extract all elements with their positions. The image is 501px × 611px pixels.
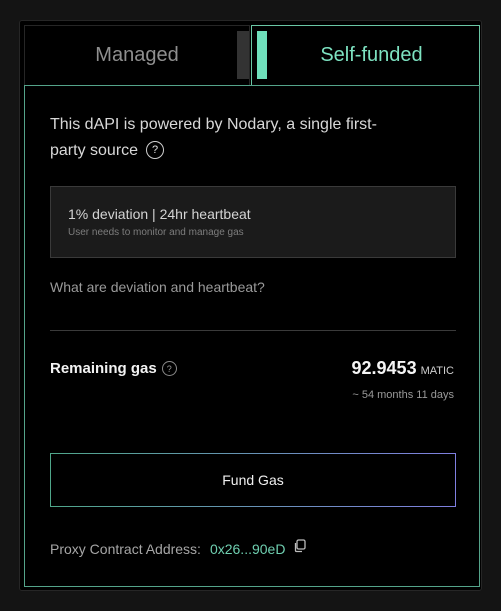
tab-self-funded-label: Self-funded	[320, 44, 423, 66]
gas-unit: MATIC	[420, 365, 454, 377]
tab-bar: Managed Self-funded	[24, 25, 480, 85]
divider	[50, 330, 456, 331]
deviation-heartbeat-subtitle: User needs to monitor and manage gas	[68, 227, 244, 238]
deviation-info-box: 1% deviation | 24hr heartbeat User needs…	[50, 186, 456, 258]
gas-amount: 92.9453	[351, 358, 417, 378]
gas-help-icon[interactable]: ?	[161, 361, 177, 376]
tab-self-funded[interactable]: Self-funded	[251, 25, 480, 85]
deviation-heartbeat-link[interactable]: What are deviation and heartbeat?	[50, 279, 265, 295]
remaining-gas-label-row: Remaining gas ?	[50, 360, 177, 377]
tab-managed[interactable]: Managed	[24, 25, 250, 85]
tab-active-indicator	[257, 31, 267, 79]
gas-time-remaining: ~ 54 months 11 days	[352, 389, 454, 401]
deviation-heartbeat-title: 1% deviation | 24hr heartbeat	[68, 206, 251, 222]
fund-gas-label: Fund Gas	[222, 472, 284, 488]
fund-gas-button[interactable]: Fund Gas	[50, 453, 456, 507]
intro-text: This dAPI is powered by Nodary, a single…	[50, 116, 377, 159]
proxy-address-row: Proxy Contract Address: 0x26...90eD	[50, 539, 307, 557]
remaining-gas-value: 92.9453 MATIC	[352, 358, 454, 379]
tab-managed-label: Managed	[95, 44, 179, 66]
tab-managed-strip	[237, 31, 249, 79]
self-funded-panel: This dAPI is powered by Nodary, a single…	[24, 85, 480, 587]
question-circle-icon[interactable]: ?	[146, 140, 165, 159]
remaining-gas-label: Remaining gas	[50, 360, 157, 377]
intro-text-block: This dAPI is powered by Nodary, a single…	[50, 112, 410, 164]
copy-icon[interactable]	[293, 539, 307, 553]
proxy-address-link[interactable]: 0x26...90eD	[210, 541, 286, 557]
proxy-label: Proxy Contract Address:	[50, 541, 201, 557]
funding-card: Managed Self-funded This dAPI is powered…	[24, 25, 480, 587]
